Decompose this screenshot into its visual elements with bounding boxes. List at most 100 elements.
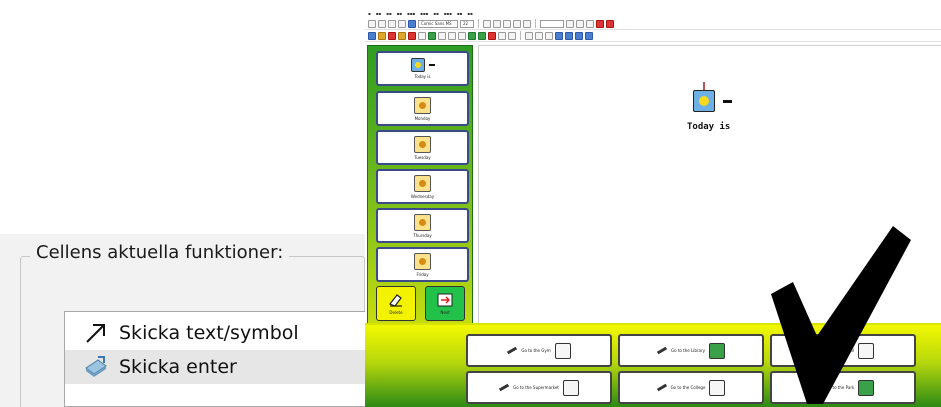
panel-icon[interactable] (585, 31, 593, 40)
menu-item[interactable]: ▪▪▪ (444, 11, 452, 16)
format-toolbar: Comic Sans MS 22 (365, 18, 941, 30)
nav-cell-park[interactable]: Go to the Park (770, 371, 916, 404)
cell-label: Delete (389, 310, 403, 315)
enter-key-icon (83, 354, 109, 380)
workspace-icon[interactable] (468, 31, 476, 40)
style-icon[interactable] (408, 31, 416, 40)
flag-icon[interactable] (488, 31, 496, 40)
chat-icon[interactable] (478, 31, 486, 40)
help-icon[interactable] (606, 19, 614, 28)
menu-item[interactable]: ▪▪▪ (420, 11, 428, 16)
cell-icon[interactable] (388, 31, 396, 40)
font-select[interactable]: Comic Sans MS (418, 19, 458, 28)
cell-label: Wednesday (410, 193, 435, 199)
next-cell[interactable]: Next (425, 286, 465, 321)
redo-icon[interactable] (576, 19, 584, 28)
menu-bar: ▪ ▪▪ ▪▪ ▪▪ ▪▪▪ ▪▪▪ ▪▪ ▪▪▪ ▪▪ ▪▪ (365, 8, 941, 18)
thursday-symbol-icon (414, 213, 431, 231)
today-cell[interactable]: Today is (376, 51, 469, 86)
toolbar-separator (478, 19, 479, 28)
nav-cell-supermarket[interactable]: Go to the Supermarket (466, 371, 612, 404)
nav-cell-gym[interactable]: Go to the Gym (466, 334, 612, 367)
cell-label: Monday (414, 115, 431, 121)
view-icon[interactable] (575, 31, 583, 40)
text-icon[interactable] (555, 31, 563, 40)
nav-cell-college[interactable]: Go to the College (618, 371, 764, 404)
message-window[interactable]: Today is (478, 45, 941, 328)
size-select[interactable]: 22 (460, 19, 474, 28)
print-icon[interactable] (398, 19, 406, 28)
new-icon[interactable] (368, 19, 376, 28)
nav-cell-mall[interactable]: Go to the Mall (770, 334, 916, 367)
message-text: Today is (687, 122, 731, 132)
underline-icon[interactable] (513, 19, 521, 28)
cell-label: Tuesday (414, 154, 431, 160)
cell-label: Today is (414, 74, 431, 79)
find-icon[interactable] (408, 19, 416, 28)
list-icon[interactable] (508, 31, 516, 40)
dash-icon (428, 64, 435, 66)
grid-editor-app: ▪ ▪▪ ▪▪ ▪▪ ▪▪▪ ▪▪▪ ▪▪ ▪▪▪ ▪▪ ▪▪ Comic Sans MS 22 (365, 8, 941, 407)
cell-label: Next (440, 310, 450, 315)
menu-item[interactable]: ▪ (368, 11, 371, 16)
function-item-send-enter[interactable]: Skicka enter (65, 350, 371, 384)
friday-symbol-icon (414, 252, 431, 270)
insert-column-icon[interactable] (438, 31, 446, 40)
layout-icon[interactable] (418, 31, 426, 40)
style-select[interactable] (540, 19, 564, 28)
zoom-out-icon[interactable] (545, 31, 553, 40)
font-icon[interactable] (565, 31, 573, 40)
eraser-icon (389, 294, 402, 307)
right-arrow-icon[interactable] (535, 31, 543, 40)
day-cell-tuesday[interactable]: Tuesday (376, 130, 469, 165)
brush-icon[interactable] (586, 19, 594, 28)
day-cell-friday[interactable]: Friday (376, 247, 469, 282)
supermarket-icon (562, 379, 579, 396)
next-arrow-icon (437, 293, 453, 307)
day-cell-monday[interactable]: Monday (376, 91, 469, 126)
menu-item[interactable]: ▪▪ (386, 11, 391, 16)
align-icon[interactable] (523, 19, 531, 28)
nav-cell-library[interactable]: Go to the Library (618, 334, 764, 367)
pin-icon (703, 82, 705, 90)
college-icon (709, 379, 726, 396)
menu-item[interactable]: ▪▪ (433, 11, 438, 16)
settings-icon[interactable] (498, 31, 506, 40)
day-cell-thursday[interactable]: Thursday (376, 208, 469, 243)
menu-item[interactable]: ▪▪ (376, 11, 381, 16)
pen-icon (811, 383, 822, 392)
function-label: Skicka text/symbol (119, 322, 299, 344)
toolbar-separator (520, 31, 521, 40)
left-arrow-icon[interactable] (525, 31, 533, 40)
italic-icon[interactable] (503, 19, 511, 28)
undo-icon[interactable] (566, 19, 574, 28)
park-icon (858, 379, 875, 396)
menu-item[interactable]: ▪▪▪ (407, 11, 415, 16)
insert-row-icon[interactable] (428, 31, 436, 40)
function-label: Skicka enter (119, 356, 237, 378)
menu-item[interactable]: ▪▪ (397, 11, 402, 16)
symbol-icon[interactable] (378, 31, 386, 40)
grid-icon[interactable] (368, 31, 376, 40)
today-symbol-icon (693, 90, 715, 112)
cell-label: Go to the Park (825, 385, 855, 390)
day-cell-wednesday[interactable]: Wednesday (376, 169, 469, 204)
save-icon[interactable] (388, 19, 396, 28)
bold-icon[interactable] (493, 19, 501, 28)
cell-label: Go to the College (670, 385, 706, 390)
menu-item[interactable]: ▪▪ (457, 11, 462, 16)
picture-icon[interactable] (398, 31, 406, 40)
delete-cell[interactable]: Delete (376, 286, 416, 321)
open-icon[interactable] (378, 19, 386, 28)
pin-icon[interactable] (596, 19, 604, 28)
table-icon[interactable] (448, 31, 456, 40)
function-item-send-text[interactable]: Skicka text/symbol (65, 316, 371, 350)
merge-icon[interactable] (458, 31, 466, 40)
functions-list[interactable]: Skicka text/symbol Skicka enter (64, 311, 371, 407)
fill-color-icon[interactable] (483, 19, 491, 28)
cell-functions-dialog: Cellens aktuella funktioner: Skicka text… (0, 234, 371, 407)
menu-item[interactable]: ▪▪ (467, 11, 472, 16)
today-symbol-icon (410, 58, 425, 72)
cell-label: Go to the Gym (521, 348, 551, 353)
wednesday-symbol-icon (414, 174, 431, 192)
